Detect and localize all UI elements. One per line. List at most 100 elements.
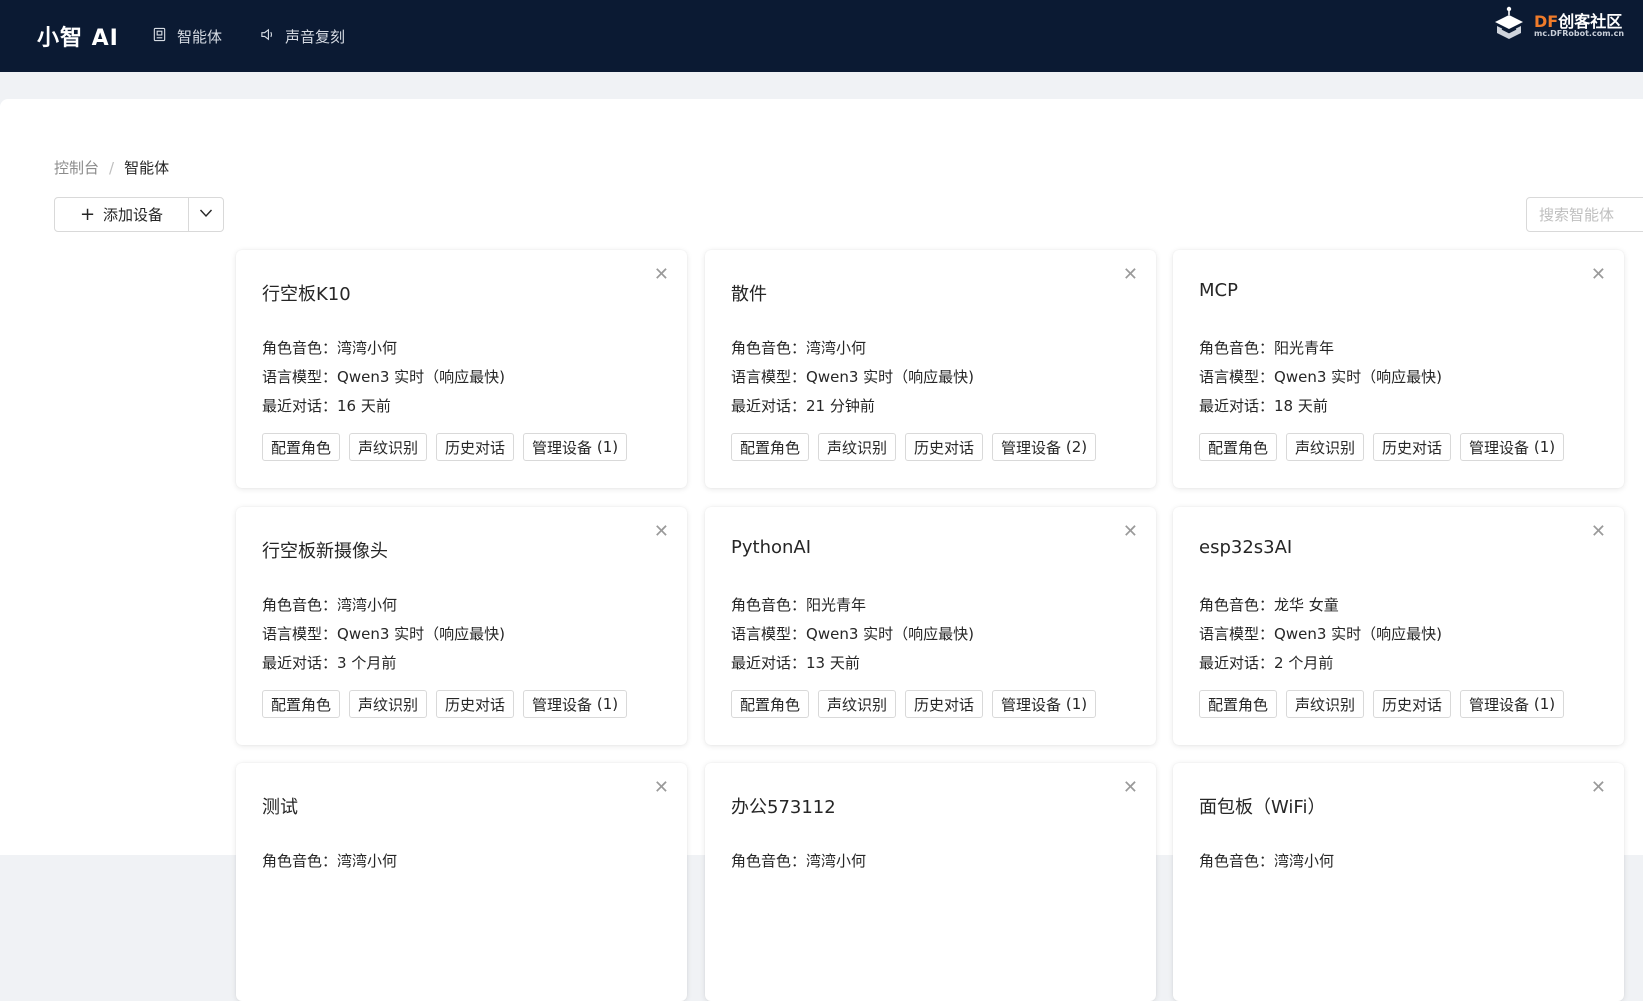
- manage-devices-button[interactable]: 管理设备 (1): [992, 690, 1097, 718]
- agent-card: ✕ 面包板（WiFi） 角色音色：湾湾小何: [1173, 763, 1624, 1001]
- manage-devices-button[interactable]: 管理设备 (1): [523, 690, 628, 718]
- robot-icon: [1490, 5, 1528, 47]
- agent-card: ✕ 测试 角色音色：湾湾小何: [236, 763, 687, 1001]
- plus-icon: +: [79, 203, 96, 225]
- voice-label: 角色音色：: [1199, 596, 1275, 614]
- agent-card: ✕ MCP 角色音色：阳光青年 语言模型：Qwen3 实时（响应最快) 最近对话…: [1173, 250, 1624, 488]
- nav-item-voice-clone-label: 声音复刻: [285, 27, 346, 46]
- voice-value: 阳光青年: [1274, 339, 1335, 357]
- agent-name: 办公573112: [731, 797, 836, 818]
- recent-value: 13 天前: [806, 654, 860, 672]
- manage-label: 管理设备: [1469, 695, 1530, 714]
- add-device-dropdown-button[interactable]: [189, 198, 223, 231]
- recent-label: 最近对话：: [262, 654, 338, 672]
- history-button[interactable]: 历史对话: [436, 433, 515, 461]
- model-value: Qwen3 实时（响应最快): [1274, 368, 1442, 386]
- agent-name: 行空板K10: [262, 284, 351, 305]
- nav-item-agents[interactable]: 智能体: [152, 24, 222, 48]
- manage-label: 管理设备: [1001, 438, 1062, 457]
- history-button[interactable]: 历史对话: [436, 690, 515, 718]
- model-label: 语言模型：: [262, 625, 338, 643]
- agent-card: ✕ PythonAI 角色音色：阳光青年 语言模型：Qwen3 实时（响应最快)…: [705, 507, 1156, 745]
- device-count: (2): [1065, 438, 1088, 456]
- agent-name: 行空板新摄像头: [262, 541, 388, 562]
- add-device-button-group: + 添加设备: [54, 197, 224, 232]
- device-count: (1): [1533, 438, 1556, 456]
- speaker-icon: [260, 27, 275, 46]
- manage-devices-button[interactable]: 管理设备 (1): [1460, 433, 1565, 461]
- voiceprint-button[interactable]: 声纹识别: [818, 433, 897, 461]
- device-count: (1): [596, 438, 619, 456]
- recent-value: 21 分钟前: [806, 397, 875, 415]
- close-icon[interactable]: ✕: [654, 523, 669, 541]
- agent-name: 面包板（WiFi）: [1199, 797, 1326, 818]
- recent-value: 18 天前: [1274, 397, 1328, 415]
- nav-item-voice-clone[interactable]: 声音复刻: [260, 24, 345, 48]
- history-button[interactable]: 历史对话: [905, 690, 984, 718]
- manage-label: 管理设备: [532, 695, 593, 714]
- search-agent-input[interactable]: [1526, 197, 1643, 232]
- dfrobot-logo[interactable]: DF创客社区 mc.DFRobot.com.cn: [1490, 6, 1624, 46]
- history-button[interactable]: 历史对话: [1373, 690, 1452, 718]
- voiceprint-button[interactable]: 声纹识别: [349, 690, 428, 718]
- breadcrumb: 控制台 / 智能体: [54, 157, 169, 178]
- logo-df-text: DF: [1534, 11, 1559, 31]
- chevron-down-icon: [198, 205, 214, 225]
- manage-devices-button[interactable]: 管理设备 (1): [1460, 690, 1565, 718]
- model-value: Qwen3 实时（响应最快): [806, 625, 974, 643]
- voice-label: 角色音色：: [262, 339, 338, 357]
- voiceprint-button[interactable]: 声纹识别: [349, 433, 428, 461]
- voiceprint-button[interactable]: 声纹识别: [1286, 433, 1365, 461]
- recent-label: 最近对话：: [731, 654, 807, 672]
- device-count: (1): [596, 695, 619, 713]
- recent-label: 最近对话：: [731, 397, 807, 415]
- close-icon[interactable]: ✕: [1591, 779, 1606, 797]
- configure-role-button[interactable]: 配置角色: [1199, 690, 1278, 718]
- brand-title[interactable]: 小智 AI: [37, 20, 119, 52]
- manage-label: 管理设备: [532, 438, 593, 457]
- manage-devices-button[interactable]: 管理设备 (1): [523, 433, 628, 461]
- recent-label: 最近对话：: [262, 397, 338, 415]
- model-label: 语言模型：: [731, 368, 807, 386]
- voiceprint-button[interactable]: 声纹识别: [1286, 690, 1365, 718]
- model-label: 语言模型：: [1199, 368, 1275, 386]
- model-value: Qwen3 实时（响应最快): [337, 368, 505, 386]
- history-button[interactable]: 历史对话: [905, 433, 984, 461]
- close-icon[interactable]: ✕: [654, 266, 669, 284]
- agent-card: ✕ 行空板K10 角色音色：湾湾小何 语言模型：Qwen3 实时（响应最快) 最…: [236, 250, 687, 488]
- close-icon[interactable]: ✕: [1123, 523, 1138, 541]
- agent-name: esp32s3AI: [1199, 537, 1293, 558]
- manage-devices-button[interactable]: 管理设备 (2): [992, 433, 1097, 461]
- configure-role-button[interactable]: 配置角色: [731, 690, 810, 718]
- nav-item-agents-label: 智能体: [177, 27, 223, 46]
- voice-label: 角色音色：: [1199, 339, 1275, 357]
- add-device-button[interactable]: + 添加设备: [55, 198, 189, 231]
- breadcrumb-separator: /: [109, 158, 115, 177]
- close-icon[interactable]: ✕: [1591, 523, 1606, 541]
- close-icon[interactable]: ✕: [1591, 266, 1606, 284]
- close-icon[interactable]: ✕: [1123, 266, 1138, 284]
- voice-label: 角色音色：: [731, 596, 807, 614]
- voice-value: 湾湾小何: [337, 339, 398, 357]
- history-button[interactable]: 历史对话: [1373, 433, 1452, 461]
- agent-card: ✕ 散件 角色音色：湾湾小何 语言模型：Qwen3 实时（响应最快) 最近对话：…: [705, 250, 1156, 488]
- configure-role-button[interactable]: 配置角色: [1199, 433, 1278, 461]
- agent-card: ✕ 行空板新摄像头 角色音色：湾湾小何 语言模型：Qwen3 实时（响应最快) …: [236, 507, 687, 745]
- breadcrumb-agents: 智能体: [124, 159, 170, 177]
- manage-label: 管理设备: [1469, 438, 1530, 457]
- close-icon[interactable]: ✕: [654, 779, 669, 797]
- breadcrumb-console[interactable]: 控制台: [54, 157, 99, 178]
- agent-icon: [152, 27, 167, 46]
- configure-role-button[interactable]: 配置角色: [262, 690, 341, 718]
- voice-value: 湾湾小何: [806, 339, 867, 357]
- close-icon[interactable]: ✕: [1123, 779, 1138, 797]
- configure-role-button[interactable]: 配置角色: [731, 433, 810, 461]
- recent-value: 2 个月前: [1274, 654, 1334, 672]
- agent-name: 测试: [262, 797, 298, 818]
- configure-role-button[interactable]: 配置角色: [262, 433, 341, 461]
- voiceprint-button[interactable]: 声纹识别: [818, 690, 897, 718]
- model-value: Qwen3 实时（响应最快): [1274, 625, 1442, 643]
- model-value: Qwen3 实时（响应最快): [337, 625, 505, 643]
- logo-url-text: mc.DFRobot.com.cn: [1534, 29, 1625, 39]
- voice-value: 阳光青年: [806, 596, 867, 614]
